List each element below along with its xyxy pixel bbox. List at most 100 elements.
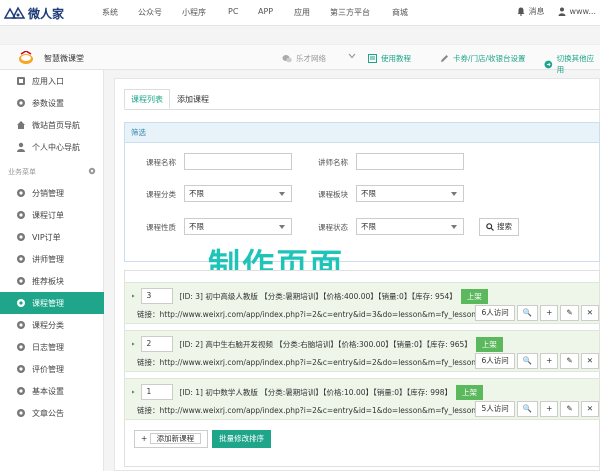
- group-settings-icon[interactable]: [88, 167, 96, 175]
- tutorial-link[interactable]: 使用教程: [368, 53, 411, 64]
- course-category-label: 课程分类: [146, 190, 176, 199]
- course-category-select[interactable]: 不限: [184, 185, 292, 202]
- add-icon[interactable]: +: [540, 353, 559, 369]
- wechat-account-link[interactable]: 乐才网络: [282, 53, 326, 64]
- course-type-select[interactable]: 不限: [184, 218, 292, 235]
- switch-icon: [544, 60, 553, 68]
- status-badge[interactable]: 上架: [456, 384, 484, 400]
- chevron-down-icon: [348, 53, 356, 59]
- course-row-main: ‣ 1 [ID: 1] 初中数学人教版 【分类:暑期培训】【价格:10.00】【…: [131, 384, 484, 400]
- nav-item-mini-program[interactable]: 小程序: [182, 7, 206, 18]
- teacher-name-input[interactable]: [356, 153, 464, 170]
- edit-icon[interactable]: ✎: [560, 305, 579, 321]
- sidebar-item-recommend[interactable]: 推荐板块: [0, 270, 104, 292]
- sidebar-item-articles[interactable]: 文章公告: [0, 402, 104, 424]
- filter-title: 筛选: [125, 123, 599, 143]
- visits-button[interactable]: 6人访问: [475, 353, 515, 369]
- sidebar-item-logs[interactable]: 日志管理: [0, 336, 104, 358]
- sidebar-item-course-management[interactable]: 课程管理: [0, 292, 104, 314]
- view-icon[interactable]: 🔍: [516, 353, 539, 369]
- status-badge[interactable]: 上架: [460, 288, 488, 304]
- add-icon[interactable]: +: [540, 305, 559, 321]
- wechat-account-label: 乐才网络: [296, 54, 326, 63]
- sidebar-item-course-orders[interactable]: 课程订单: [0, 204, 104, 226]
- top-navbar: 微人家 系统 公众号 小程序 PC APP 应用 第三方平台 商城 消息 www…: [0, 0, 600, 26]
- sidebar-item-course-category[interactable]: 课程分类: [0, 314, 104, 336]
- sidebar-item-label: 课程订单: [32, 210, 64, 220]
- course-info: [ID: 3] 初中高级人教版 【分类:暑期培训】【价格:400.00】【销量:…: [179, 291, 457, 301]
- sidebar-item-user-center[interactable]: 个人中心导航: [0, 136, 104, 158]
- course-status-select[interactable]: 不限: [356, 218, 464, 235]
- row-actions: 6人访问 🔍 + ✎ ✕: [475, 353, 599, 369]
- nav-item-apps[interactable]: 应用: [294, 7, 310, 18]
- course-type-label: 课程性质: [146, 223, 176, 232]
- gear-icon: [16, 232, 26, 242]
- user-menu[interactable]: www...: [558, 7, 596, 16]
- nav-item-system[interactable]: 系统: [102, 7, 118, 18]
- settings-link[interactable]: 卡券/门店/收银台设置: [440, 53, 526, 64]
- add-icon[interactable]: +: [540, 401, 559, 417]
- sidebar-item-label: 推荐板块: [32, 276, 64, 286]
- visits-button[interactable]: 5人访问: [475, 401, 515, 417]
- course-status-label: 课程状态: [318, 223, 348, 232]
- course-link[interactable]: 链接：http://www.weixrj.com/app/index.php?i…: [137, 309, 476, 320]
- sidebar-item-distribution[interactable]: 分销管理: [0, 182, 104, 204]
- switch-app-link[interactable]: 切换其他应用: [544, 53, 600, 75]
- gear-icon: [16, 364, 26, 374]
- course-row-main: ‣ 2 [ID: 2] 高中生右脑开发视频 【分类:右脑培训】【价格:300.0…: [131, 336, 503, 352]
- gear-icon: [16, 408, 26, 418]
- row-actions: 5人访问 🔍 + ✎ ✕: [475, 401, 599, 417]
- messages-link[interactable]: 消息: [517, 6, 544, 17]
- sort-input[interactable]: 2: [141, 336, 174, 352]
- sidebar-item-label: 日志管理: [32, 342, 64, 352]
- sidebar-item-teachers[interactable]: 讲师管理: [0, 248, 104, 270]
- sidebar-item-reviews[interactable]: 评价管理: [0, 358, 104, 380]
- search-button[interactable]: 搜索: [479, 218, 519, 236]
- status-badge[interactable]: 上架: [475, 336, 503, 352]
- edit-icon[interactable]: ✎: [560, 353, 579, 369]
- delete-icon[interactable]: ✕: [580, 305, 599, 321]
- sidebar-item-basic-settings[interactable]: 基本设置: [0, 380, 104, 402]
- nav-item-app[interactable]: APP: [258, 7, 273, 16]
- batch-sort-button[interactable]: 批量修改排序: [212, 430, 272, 448]
- bell-icon: [517, 7, 525, 16]
- search-label: 搜索: [497, 222, 512, 231]
- tab-add-course[interactable]: 添加课程: [170, 89, 216, 109]
- nav-item-pc[interactable]: PC: [228, 7, 238, 16]
- course-section-select[interactable]: 不限: [356, 185, 464, 202]
- gear-icon: [16, 386, 26, 396]
- nav-item-third-party[interactable]: 第三方平台: [330, 7, 370, 18]
- view-icon[interactable]: 🔍: [516, 305, 539, 321]
- course-row: ‣ 3 [ID: 3] 初中高级人教版 【分类:暑期培训】【价格:400.00】…: [124, 282, 600, 324]
- course-link[interactable]: 链接：http://www.weixrj.com/app/index.php?i…: [137, 357, 476, 368]
- sidebar-group-label: 业务菜单: [8, 168, 36, 176]
- tab-course-list[interactable]: 课程列表: [124, 89, 170, 109]
- switch-app-label: 切换其他应用: [556, 54, 595, 74]
- view-icon[interactable]: 🔍: [516, 401, 539, 417]
- sidebar-item-home-nav[interactable]: 微站首页导航: [0, 114, 104, 136]
- delete-icon[interactable]: ✕: [580, 401, 599, 417]
- course-link[interactable]: 链接：http://www.weixrj.com/app/index.php?i…: [137, 405, 476, 416]
- sidebar-item-vip-orders[interactable]: VIP订单: [0, 226, 104, 248]
- gear-icon: [16, 298, 26, 308]
- course-name-input[interactable]: [184, 153, 292, 170]
- gear-icon: [16, 276, 26, 286]
- caret-icon: ‣: [131, 291, 136, 301]
- sidebar-item-app-entry[interactable]: 应用入口: [0, 70, 104, 92]
- gear-icon: [16, 254, 26, 264]
- gear-icon: [16, 320, 26, 330]
- course-info: [ID: 1] 初中数学人教版 【分类:暑期培训】【价格:10.00】【销量:0…: [179, 387, 453, 397]
- dropdown-toggle[interactable]: [348, 53, 356, 59]
- sort-input[interactable]: 3: [141, 288, 174, 304]
- nav-item-official-account[interactable]: 公众号: [138, 7, 162, 18]
- nav-item-mall[interactable]: 商城: [392, 7, 408, 18]
- delete-icon[interactable]: ✕: [580, 353, 599, 369]
- sidebar-item-label: VIP订单: [32, 232, 61, 242]
- sidebar-item-label: 评价管理: [32, 364, 64, 374]
- sort-input[interactable]: 1: [141, 384, 174, 400]
- edit-icon[interactable]: ✎: [560, 401, 579, 417]
- sidebar-item-params[interactable]: 参数设置: [0, 92, 104, 114]
- add-course-button[interactable]: + 添加新课程: [134, 430, 209, 448]
- user-name: www...: [569, 7, 596, 16]
- visits-button[interactable]: 6人访问: [475, 305, 515, 321]
